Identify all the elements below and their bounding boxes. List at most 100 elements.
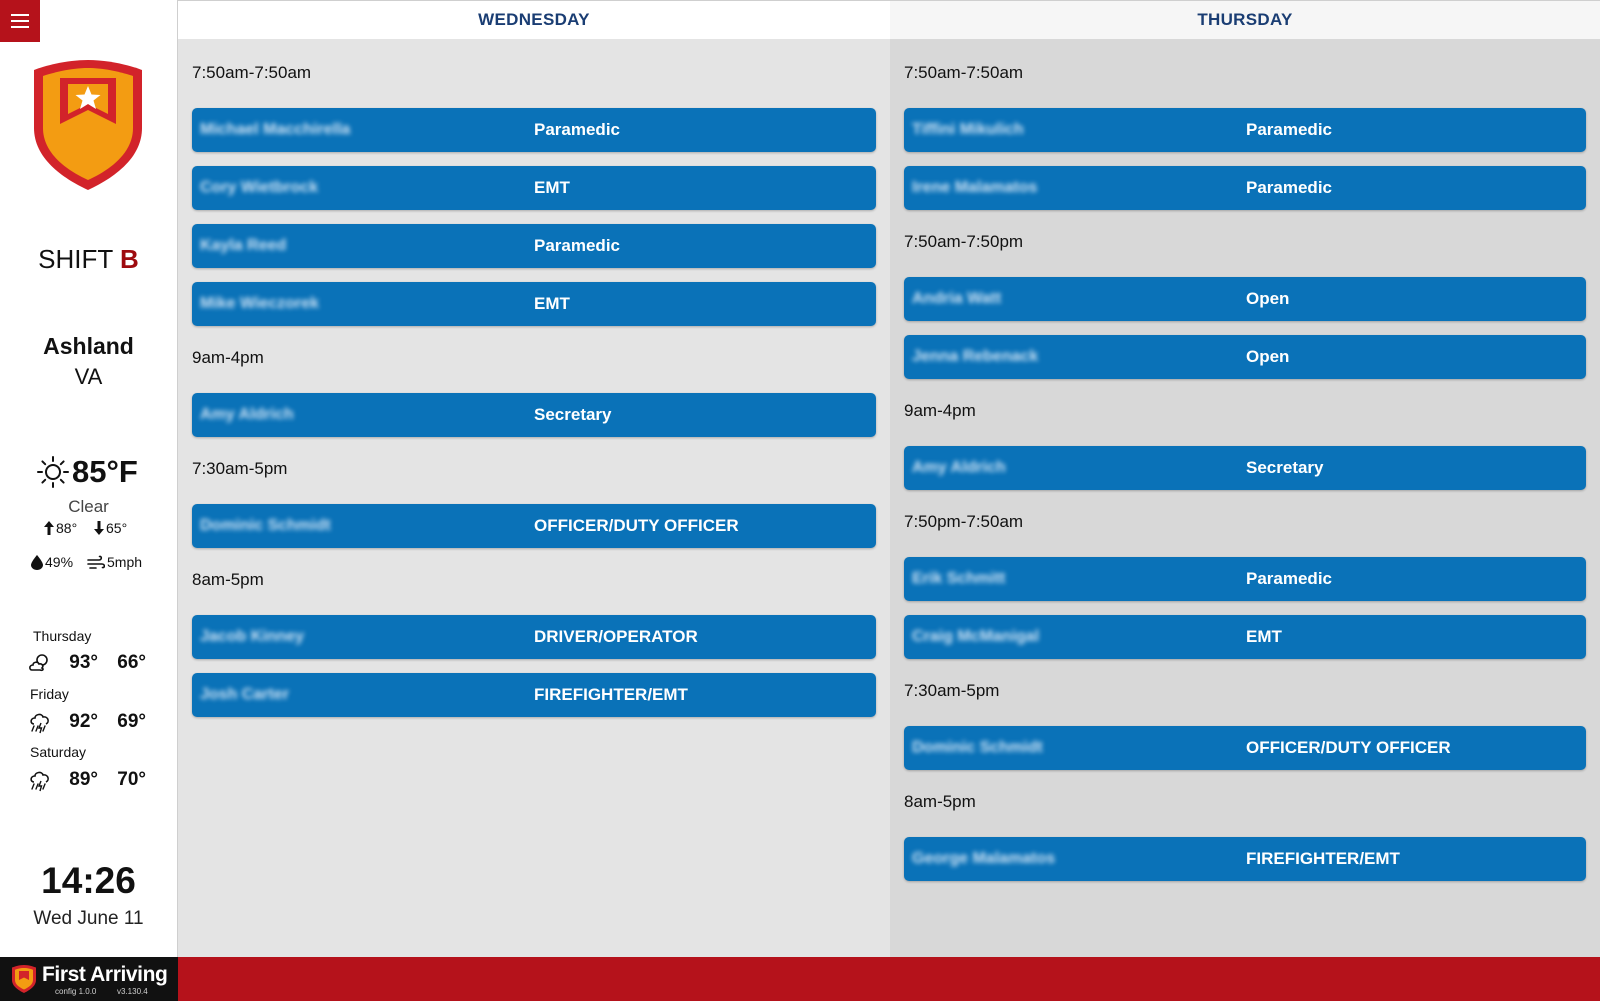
staff-role: Open (1246, 347, 1290, 366)
staff-role: OFFICER/DUTY OFFICER (1246, 738, 1451, 757)
time-range: 7:50am-7:50am (904, 63, 1024, 82)
staff-name: Irene Malamatos (912, 179, 1038, 196)
staff-role: EMT (534, 178, 570, 197)
low-temp-value: 65° (106, 520, 128, 536)
staff-name: Mike Wieczorek (200, 295, 320, 312)
shift-row[interactable]: Jacob Kinney DRIVER/OPERATOR (192, 615, 876, 659)
staff-role: Open (1246, 289, 1290, 308)
forecast-row: 89° 70° (28, 768, 146, 792)
staff-role: EMT (1246, 627, 1282, 646)
forecast-row: 92° 69° (28, 710, 146, 734)
forecast-row: 93° 66° (28, 652, 146, 674)
hamburger-icon (11, 14, 29, 28)
shift-indicator: SHIFT B (0, 244, 177, 275)
shift-row[interactable]: Dominic Schmidt OFFICER/DUTY OFFICER (904, 726, 1586, 770)
brand-name: First Arriving (42, 963, 168, 986)
shift-row[interactable]: Jenna Rebenack Open (904, 335, 1586, 379)
day-header-wednesday: WEDNESDAY (178, 0, 890, 39)
forecast-day: Saturday (30, 744, 87, 760)
shift-row[interactable]: Cory Wietbrock EMT (192, 166, 876, 210)
staff-name: Amy Aldrich (200, 406, 294, 423)
time-range: 8am-5pm (904, 792, 976, 811)
shift-row[interactable]: Mike Wieczorek EMT (192, 282, 876, 326)
forecast-low: 69° (117, 711, 146, 732)
staff-name: Erik Schmitt (912, 570, 1006, 587)
staff-name: Craig McManigal (912, 628, 1040, 645)
thunderstorm-icon (30, 713, 49, 734)
staff-name: Jacob Kinney (200, 628, 305, 645)
staff-role: Paramedic (1246, 569, 1332, 588)
shift-row[interactable]: Josh Carter FIREFIGHTER/EMT (192, 673, 876, 717)
staff-role: FIREFIGHTER/EMT (534, 685, 688, 704)
forecast-low: 66° (117, 652, 146, 673)
water-drop-icon (31, 554, 43, 570)
current-date: Wed June 11 (33, 908, 144, 929)
time-range: 7:50am-7:50pm (904, 232, 1024, 251)
shift-prefix: SHIFT (38, 244, 113, 274)
forecast-high: 89° (69, 769, 98, 790)
sun-icon (37, 456, 69, 488)
staff-role: Secretary (1246, 458, 1324, 477)
schedule-list: 7:50am-7:50am Michael Macchirella Parame… (192, 55, 876, 731)
time-range: 8am-5pm (192, 570, 264, 589)
staff-name: Andria Watt (912, 290, 1002, 307)
forecast-high: 92° (69, 711, 98, 732)
staff-name: Dominic Schmidt (200, 517, 331, 534)
staff-name: Michael Macchirella (200, 121, 351, 138)
wind: 5mph (87, 554, 142, 570)
staff-role: Secretary (534, 405, 612, 424)
shift-row[interactable]: George Malamatos FIREFIGHTER/EMT (904, 837, 1586, 881)
config-version: config 1.0.0 (55, 987, 97, 996)
menu-button[interactable] (0, 0, 40, 42)
time-range: 7:50pm-7:50am (904, 512, 1024, 531)
shift-row[interactable]: Irene Malamatos Paramedic (904, 166, 1586, 210)
clock: 14:26 (41, 860, 136, 901)
shift-row[interactable]: Tiffini Mikulich Paramedic (904, 108, 1586, 152)
forecast-day: Friday (30, 686, 69, 702)
humidity-value: 49% (45, 554, 74, 570)
time-range: 7:50am-7:50am (192, 63, 312, 82)
shift-row[interactable]: Amy Aldrich Secretary (904, 446, 1586, 490)
staff-role: Paramedic (1246, 120, 1332, 139)
staff-name: Jenna Rebenack (912, 348, 1039, 365)
staff-name: Josh Carter (200, 686, 289, 703)
high-temp: 88° (44, 520, 77, 536)
day-header-thursday: THURSDAY (890, 0, 1600, 39)
time-range: 7:30am-5pm (904, 681, 1000, 700)
thursday-column: THURSDAY 7:50am-7:50am Tiffini Mikulich … (890, 0, 1600, 957)
footer-bar: First Arriving config 1.0.0 v3.130.4 (0, 957, 1600, 1001)
wednesday-column: WEDNESDAY 7:50am-7:50am Michael Macchire… (178, 0, 890, 957)
high-temp-value: 88° (56, 520, 78, 536)
forecast-high: 93° (69, 652, 98, 673)
staff-role: EMT (534, 294, 570, 313)
shift-row[interactable]: Craig McManigal EMT (904, 615, 1586, 659)
location-city: Ashland (43, 333, 134, 359)
shift-row[interactable]: Michael Macchirella Paramedic (192, 108, 876, 152)
thunderstorm-icon (30, 771, 49, 792)
staff-role: OFFICER/DUTY OFFICER (534, 516, 739, 535)
staff-name: Tiffini Mikulich (912, 121, 1024, 138)
arrow-up-icon (44, 521, 54, 535)
staff-name: Cory Wietbrock (200, 179, 319, 196)
staff-role: DRIVER/OPERATOR (534, 627, 698, 646)
low-temp: 65° (94, 520, 127, 536)
staff-name: Kayla Reed (200, 237, 287, 254)
time-range: 7:30am-5pm (192, 459, 288, 478)
staff-name: Dominic Schmidt (912, 739, 1043, 756)
shift-row[interactable]: Erik Schmitt Paramedic (904, 557, 1586, 601)
current-weather: 85°F (36, 452, 138, 492)
staff-role: Paramedic (534, 120, 620, 139)
partly-cloudy-icon (29, 654, 48, 672)
shift-row[interactable]: Andria Watt Open (904, 277, 1586, 321)
current-condition: Clear (68, 497, 109, 516)
shift-row[interactable]: Dominic Schmidt OFFICER/DUTY OFFICER (192, 504, 876, 548)
forecast-day: Thursday (33, 628, 92, 644)
staff-name: Amy Aldrich (912, 459, 1006, 476)
shift-row[interactable]: Kayla Reed Paramedic (192, 224, 876, 268)
shift-row[interactable]: Amy Aldrich Secretary (192, 393, 876, 437)
location-state: VA (74, 364, 103, 389)
wind-icon (87, 555, 105, 569)
staff-role: Paramedic (1246, 178, 1332, 197)
time-range: 9am-4pm (192, 348, 264, 367)
shift-letter: B (120, 244, 139, 274)
